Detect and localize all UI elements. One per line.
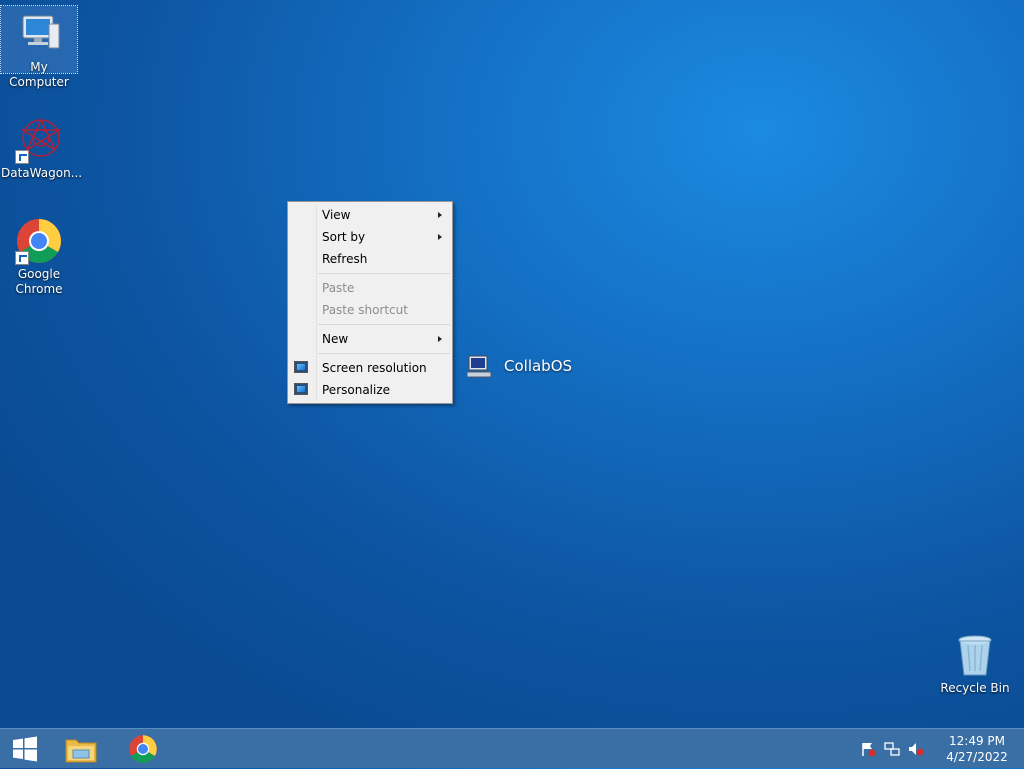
desktop-icon-datawagon[interactable]: DataWagon... xyxy=(1,112,83,181)
screen-resolution-icon xyxy=(294,361,308,373)
menu-item-label: Personalize xyxy=(322,383,391,397)
menu-item-view[interactable]: View xyxy=(288,204,452,226)
desktop-icon-collabos[interactable]: CollabOS xyxy=(466,353,573,379)
menu-item-personalize[interactable]: Personalize xyxy=(288,379,452,401)
menu-separator xyxy=(318,273,450,274)
clock-date: 4/27/2022 xyxy=(946,750,1008,764)
chrome-icon xyxy=(129,735,157,763)
system-tray: 12:49 PM 4/27/2022 xyxy=(856,729,1024,769)
chevron-right-icon xyxy=(438,336,442,342)
menu-item-label: Sort by xyxy=(322,230,366,244)
menu-item-label: Paste xyxy=(322,281,355,295)
menu-item-paste: Paste xyxy=(288,277,452,299)
clock-time: 12:49 PM xyxy=(949,734,1005,748)
taskbar-clock[interactable]: 12:49 PM 4/27/2022 xyxy=(936,733,1018,765)
desktop-icon-recycle-bin[interactable]: Recycle Bin xyxy=(937,627,1013,696)
menu-separator xyxy=(318,324,450,325)
shortcut-arrow-icon xyxy=(15,150,29,164)
menu-item-refresh[interactable]: Refresh xyxy=(288,248,452,270)
shortcut-arrow-icon xyxy=(15,251,29,265)
menu-item-label: Paste shortcut xyxy=(322,303,408,317)
menu-separator xyxy=(318,353,450,354)
computer-icon xyxy=(15,10,63,58)
menu-item-paste-shortcut: Paste shortcut xyxy=(288,299,452,321)
desktop-icon-label: DataWagon... xyxy=(1,166,83,180)
collabos-label: CollabOS xyxy=(504,357,573,375)
folder-icon xyxy=(65,739,97,763)
chrome-icon xyxy=(15,217,63,265)
desktop-icon-label: My Computer xyxy=(9,60,69,89)
context-menu: View Sort by Refresh Paste Paste shortcu… xyxy=(287,201,453,404)
menu-item-label: Screen resolution xyxy=(322,361,427,375)
taskbar-file-explorer[interactable] xyxy=(56,729,106,769)
desktop-icon-label: Google Chrome xyxy=(15,267,63,296)
desktop-icon-my-computer[interactable]: My Computer xyxy=(0,5,78,89)
menu-item-sort-by[interactable]: Sort by xyxy=(288,226,452,248)
datawagon-icon xyxy=(15,116,63,164)
taskbar: 12:49 PM 4/27/2022 xyxy=(0,728,1024,768)
chevron-right-icon xyxy=(438,234,442,240)
menu-item-label: New xyxy=(322,332,349,346)
desktop-icon-google-chrome[interactable]: Google Chrome xyxy=(1,213,77,297)
network-icon[interactable] xyxy=(884,741,900,757)
desktop-icon-label: Recycle Bin xyxy=(940,681,1010,695)
menu-item-screen-resolution[interactable]: Screen resolution xyxy=(288,357,452,379)
start-button[interactable] xyxy=(0,729,50,769)
menu-item-label: View xyxy=(322,208,351,222)
volume-muted-icon[interactable] xyxy=(908,741,924,757)
windows-logo-icon xyxy=(13,736,37,762)
personalize-icon xyxy=(294,383,308,395)
computer-icon xyxy=(466,354,492,378)
recycle-bin-icon xyxy=(951,631,999,679)
desktop[interactable]: My Computer DataWagon... Google Chrome R… xyxy=(0,0,1024,728)
taskbar-google-chrome[interactable] xyxy=(118,729,168,769)
menu-item-new[interactable]: New xyxy=(288,328,452,350)
action-center-flag-icon[interactable] xyxy=(860,741,876,757)
chevron-right-icon xyxy=(438,212,442,218)
menu-item-label: Refresh xyxy=(322,252,368,266)
